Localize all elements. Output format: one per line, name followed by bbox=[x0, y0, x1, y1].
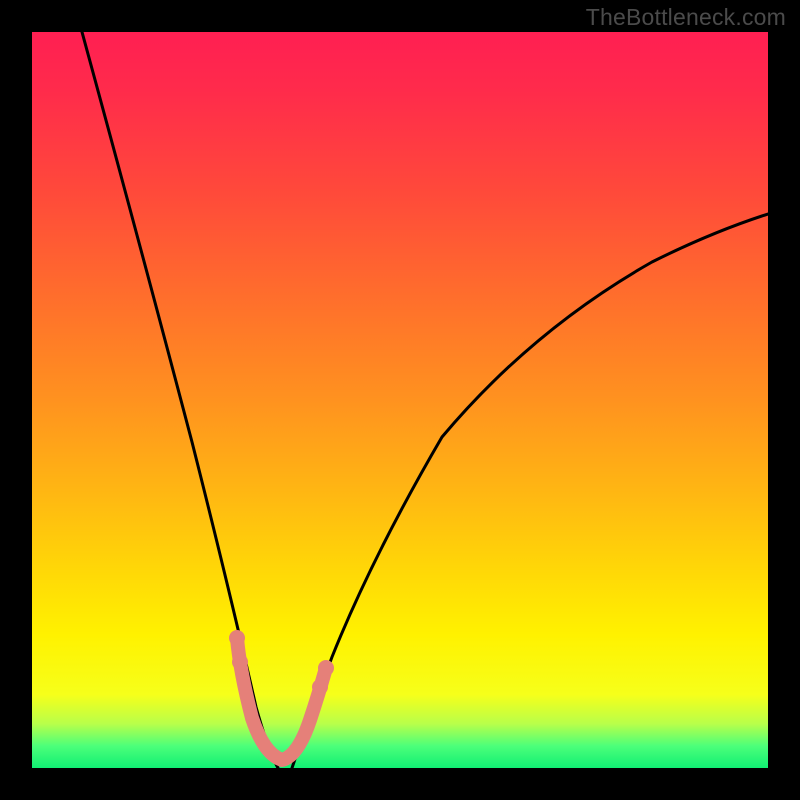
plot-area bbox=[32, 32, 768, 768]
left-curve bbox=[82, 32, 278, 768]
marker-dot bbox=[318, 660, 334, 676]
marker-dot bbox=[312, 679, 328, 695]
watermark-text: TheBottleneck.com bbox=[586, 4, 786, 31]
curve-layer bbox=[32, 32, 768, 768]
marker-dot bbox=[232, 654, 248, 670]
u-marker-stroke bbox=[237, 638, 326, 760]
marker-dot bbox=[229, 630, 245, 646]
right-curve bbox=[292, 214, 768, 768]
chart-frame: TheBottleneck.com bbox=[0, 0, 800, 800]
